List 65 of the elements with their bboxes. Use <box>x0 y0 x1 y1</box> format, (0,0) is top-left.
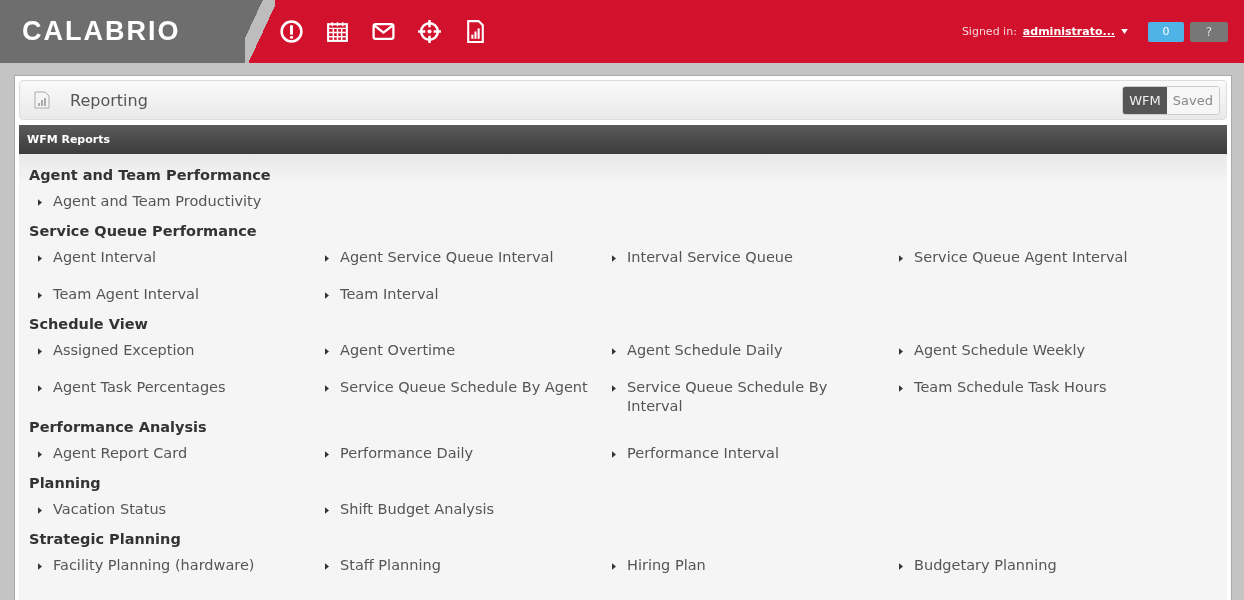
bullet-icon <box>612 385 616 392</box>
report-link[interactable]: Agent Schedule Weekly <box>914 341 1086 360</box>
report-link[interactable]: Agent Service Queue Interval <box>340 248 554 267</box>
panel-title: WFM Reports <box>27 133 110 146</box>
report-link[interactable]: Service Queue Agent Interval <box>914 248 1128 267</box>
report-link[interactable]: Agent Overtime <box>340 341 456 360</box>
report-link[interactable]: Service Queue Schedule By Interval <box>627 378 877 416</box>
user-menu-link[interactable]: administrato... <box>1022 25 1115 38</box>
bullet-icon <box>325 507 329 514</box>
section-heading: Planning <box>29 474 102 493</box>
report-icon <box>34 91 50 109</box>
bullet-icon <box>899 348 903 355</box>
report-link[interactable]: Agent Report Card <box>53 444 188 463</box>
report-link[interactable]: Agent Schedule Daily <box>627 341 783 360</box>
report-link[interactable]: Hiring Plan <box>627 556 706 575</box>
report-link[interactable]: Staff Planning <box>340 556 441 575</box>
bullet-icon <box>325 451 329 458</box>
crosshair-icon[interactable] <box>417 19 442 44</box>
report-link[interactable]: Budgetary Planning <box>914 556 1057 575</box>
bullet-icon <box>325 255 329 262</box>
bullet-icon <box>325 292 329 299</box>
bullet-icon <box>612 255 616 262</box>
bullet-icon <box>899 385 903 392</box>
section-heading: Service Queue Performance <box>29 222 258 241</box>
bullet-icon <box>38 507 42 514</box>
bullet-icon <box>612 451 616 458</box>
report-link[interactable]: Performance Interval <box>627 444 780 463</box>
bullet-icon <box>38 255 42 262</box>
report-link[interactable]: Assigned Exception <box>53 341 195 360</box>
report-link[interactable]: Service Queue Schedule By Agent <box>340 378 588 397</box>
report-link[interactable]: Team Schedule Task Hours <box>914 378 1107 397</box>
bullet-icon <box>38 563 42 570</box>
report-link[interactable]: Team Interval <box>340 285 439 304</box>
signed-in-label: Signed in: <box>961 25 1017 38</box>
section-heading: Strategic Planning <box>29 530 182 549</box>
bullet-icon <box>612 348 616 355</box>
bullet-icon <box>38 348 42 355</box>
bullet-icon <box>325 563 329 570</box>
report-link[interactable]: Performance Daily <box>340 444 474 463</box>
bullet-icon <box>325 348 329 355</box>
bullet-icon <box>38 385 42 392</box>
section-heading: Performance Analysis <box>29 418 208 437</box>
bullet-icon <box>325 385 329 392</box>
report-link[interactable]: Agent Interval <box>53 248 157 267</box>
report-link[interactable]: Agent and Team Productivity <box>53 192 262 211</box>
calendar-icon[interactable] <box>325 19 350 44</box>
bullet-icon <box>899 563 903 570</box>
section-heading: Agent and Team Performance <box>29 166 272 185</box>
bullet-icon <box>899 255 903 262</box>
bullet-icon <box>38 199 42 206</box>
report-link[interactable]: Interval Service Queue <box>627 248 793 267</box>
logo[interactable]: CALABRIO <box>22 16 181 47</box>
section-heading: Schedule View <box>29 315 149 334</box>
report-link[interactable]: Team Agent Interval <box>53 285 199 304</box>
view-toggle[interactable]: WFM <box>1123 86 1167 114</box>
info-icon[interactable] <box>279 19 304 44</box>
caret-icon[interactable] <box>1121 29 1128 34</box>
bullet-icon <box>612 563 616 570</box>
report-link[interactable]: Shift Budget Analysis <box>340 500 495 519</box>
bullet-icon <box>38 292 42 299</box>
report-link[interactable]: Vacation Status <box>53 500 167 519</box>
report-link[interactable]: Agent Task Percentages <box>53 378 226 397</box>
report-link[interactable]: Facility Planning (hardware) <box>53 556 255 575</box>
page-title: Reporting <box>70 90 148 110</box>
bullet-icon <box>38 451 42 458</box>
